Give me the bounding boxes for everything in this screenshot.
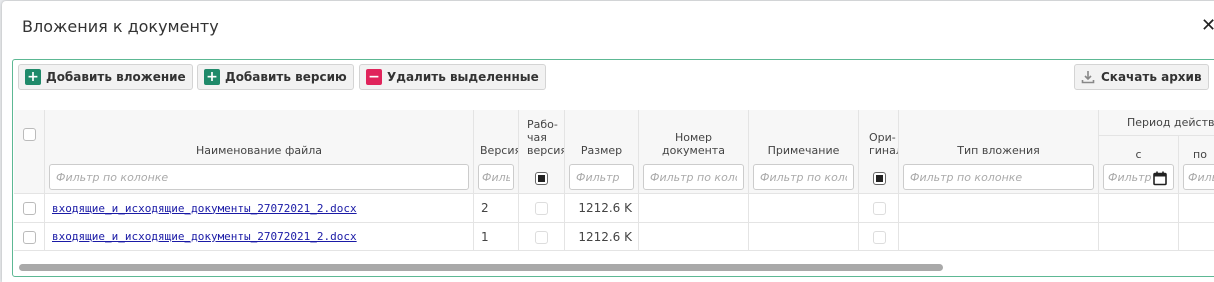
select-all-checkbox[interactable] (23, 128, 36, 141)
minus-square-icon: − (366, 69, 382, 85)
download-icon (1081, 71, 1095, 84)
delete-selected-button[interactable]: − Удалить выделенные (359, 64, 546, 90)
add-version-button[interactable]: + Добавить версию (197, 64, 354, 90)
filter-version-input[interactable] (478, 164, 514, 190)
row-period-from-cell (1099, 194, 1179, 223)
add-version-label: Добавить версию (225, 70, 347, 84)
attachments-dialog: Вложения к документу ✕ + Добавить вложен… (2, 1, 1214, 282)
size-value: 1212.6 K (578, 229, 632, 244)
plus-square-icon: + (204, 69, 220, 85)
filter-original-checkbox[interactable] (873, 172, 886, 185)
working-version-checkbox (535, 202, 548, 215)
filter-filename-input[interactable] (49, 164, 469, 190)
header-validity-period: Период действия (1099, 110, 1214, 136)
attachments-panel: + Добавить вложение + Добавить версию − … (12, 59, 1214, 277)
row-filename-cell: входящие_и_исходящие_документы_27072021_… (45, 223, 474, 251)
row-size-cell: 1212.6 K (565, 223, 639, 251)
calendar-icon[interactable] (1153, 171, 1167, 186)
header-period-from-label: с (1135, 148, 1142, 161)
dialog-title: Вложения к документу (22, 17, 219, 36)
add-attachment-label: Добавить вложение (46, 70, 186, 84)
download-archive-button[interactable]: Скачать архив (1074, 64, 1209, 90)
plus-square-icon: + (25, 69, 41, 85)
row-filename-cell: входящие_и_исходящие_документы_27072021_… (45, 194, 474, 223)
header-original[interactable]: Ори- гинал (859, 110, 899, 194)
row-note-cell (749, 194, 859, 223)
attachments-table: Наименование файла Версия Рабо- чая верс… (14, 110, 1214, 254)
header-select-cell (14, 110, 45, 194)
row-size-cell: 1212.6 K (565, 194, 639, 223)
filter-size-input[interactable] (569, 164, 634, 190)
filter-doc-number-input[interactable] (643, 164, 744, 190)
table-row[interactable] (14, 223, 45, 251)
size-value: 1212.6 K (578, 201, 632, 215)
row-period-to-cell (1179, 194, 1214, 223)
row-select-checkbox[interactable] (23, 231, 36, 244)
row-doc-number-cell (639, 194, 749, 223)
row-attachment-type-cell (899, 194, 1099, 223)
header-validity-period-label: Период действия (1127, 116, 1214, 129)
file-link[interactable]: входящие_и_исходящие_документы_27072021_… (52, 202, 357, 215)
version-value: 2 (481, 201, 489, 215)
header-period-to[interactable]: по (1179, 136, 1214, 194)
row-original-cell (859, 194, 899, 223)
filter-working-version-checkbox[interactable] (535, 172, 548, 185)
filter-attachment-type-input[interactable] (903, 164, 1094, 190)
header-period-to-label: по (1193, 148, 1207, 161)
row-working-version-cell (519, 223, 565, 251)
header-attachment-type[interactable]: Тип вложения (899, 110, 1099, 194)
add-attachment-button[interactable]: + Добавить вложение (18, 64, 193, 90)
row-period-from-cell (1099, 223, 1179, 251)
row-version-cell: 1 (474, 223, 519, 251)
header-note[interactable]: Примечание (749, 110, 859, 194)
working-version-checkbox (535, 231, 548, 244)
header-size[interactable]: Размер (565, 110, 639, 194)
filter-period-to-input[interactable] (1183, 164, 1214, 190)
original-checkbox (873, 231, 886, 244)
row-working-version-cell (519, 194, 565, 223)
horizontal-scrollbar[interactable] (14, 260, 1214, 274)
table-row[interactable] (14, 194, 45, 223)
header-working-version[interactable]: Рабо- чая версия (519, 110, 565, 194)
delete-selected-label: Удалить выделенные (387, 70, 539, 84)
header-doc-number-label: Номер документа (662, 131, 725, 157)
scrollbar-thumb[interactable] (19, 264, 943, 271)
row-select-checkbox[interactable] (23, 202, 36, 215)
download-archive-label: Скачать архив (1101, 70, 1202, 84)
header-original-label: Ори- гинал (869, 131, 898, 157)
header-doc-number[interactable]: Номер документа (639, 110, 749, 194)
header-filename-label: Наименование файла (195, 144, 323, 157)
header-filename[interactable]: Наименование файла (45, 110, 474, 194)
header-note-label: Примечание (767, 144, 840, 157)
header-version[interactable]: Версия (474, 110, 519, 194)
close-icon[interactable]: ✕ (1201, 15, 1214, 36)
version-value: 1 (481, 229, 489, 244)
row-version-cell: 2 (474, 194, 519, 223)
header-size-label: Размер (580, 144, 623, 157)
file-link[interactable]: входящие_и_исходящие_документы_27072021_… (52, 230, 357, 243)
header-period-from[interactable]: с (1099, 136, 1179, 194)
row-original-cell (859, 223, 899, 251)
header-attachment-type-label: Тип вложения (957, 144, 1040, 157)
header-working-version-label: Рабо- чая версия (527, 118, 564, 157)
row-doc-number-cell (639, 223, 749, 251)
row-note-cell (749, 223, 859, 251)
original-checkbox (873, 202, 886, 215)
row-attachment-type-cell (899, 223, 1099, 251)
filter-note-input[interactable] (753, 164, 854, 190)
row-period-to-cell (1179, 223, 1214, 251)
header-version-label: Версия (480, 144, 518, 157)
